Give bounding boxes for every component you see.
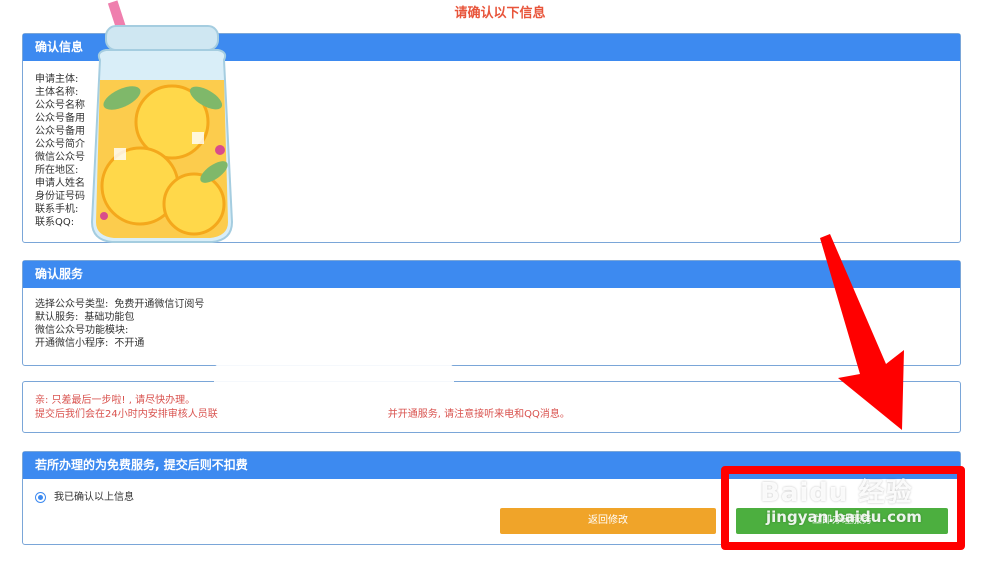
ice-cube [192, 132, 204, 144]
service-row: 微信公众号功能模块: [35, 324, 948, 337]
confirm-radio-label: 我已确认以上信息 [54, 492, 134, 503]
lemon-slice [162, 172, 226, 236]
notice-text-start: 提交后我们会在24小时内安排审核人员联 [35, 409, 218, 420]
confirm-radio[interactable] [35, 492, 46, 503]
service-label: 开通微信小程序: [35, 338, 109, 349]
lemonade-jar-sticker [90, 0, 234, 243]
back-button[interactable]: 返回修改 [500, 508, 716, 534]
notice-line: 亲: 只差最后一步啦! , 请尽快办理。 [35, 395, 196, 406]
jar-lid [105, 25, 219, 51]
berry [100, 212, 108, 220]
baidu-watermark: Baidu 经验 jingyan.baidu.com [740, 462, 970, 542]
service-value: 免费开通微信订阅号 [114, 299, 205, 310]
notice-line: 提交后我们会在24小时内安排审核人员联 并开通服务, 请注意接听来电和QQ消息。 [35, 408, 948, 422]
service-row: 默认服务: 基础功能包 [35, 311, 948, 324]
arrow-shape [820, 234, 904, 430]
berry [215, 145, 225, 155]
service-value: 基础功能包 [84, 312, 135, 323]
ice-cube [114, 148, 126, 160]
watermark-brand: Baidu 经验 [760, 478, 913, 508]
service-row: 选择公众号类型: 免费开通微信订阅号 [35, 298, 948, 311]
service-label: 选择公众号类型: [35, 299, 109, 310]
red-arrow-annotation [820, 234, 904, 430]
service-label: 微信公众号功能模块: [35, 325, 129, 336]
service-value: 不开通 [114, 338, 145, 349]
notice-text-end: 并开通服务, 请注意接听来电和QQ消息。 [387, 409, 570, 420]
service-row: 开通微信小程序: 不开通 [35, 337, 948, 350]
blur-smudge [214, 364, 454, 390]
service-label: 默认服务: [35, 312, 79, 323]
watermark-url: jingyan.baidu.com [766, 508, 922, 526]
